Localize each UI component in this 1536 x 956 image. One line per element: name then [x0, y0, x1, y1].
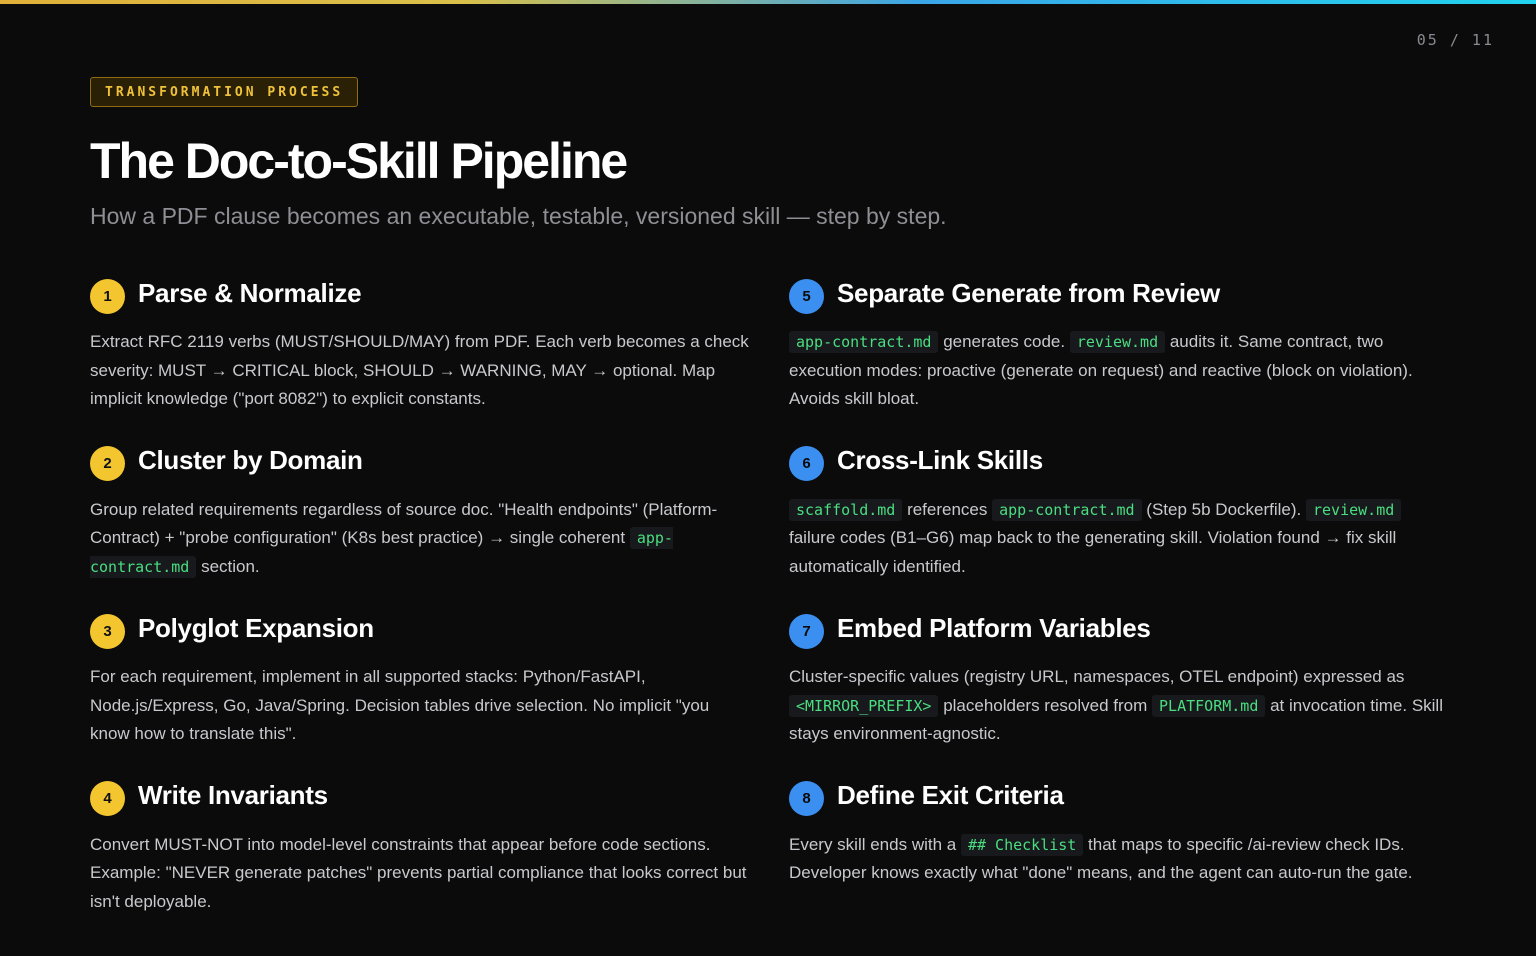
step-description: For each requirement, implement in all s…: [90, 663, 750, 749]
step-number-badge: 5: [789, 278, 824, 314]
steps-column-left: 1 Parse & Normalize Extract RFC 2119 ver…: [90, 272, 750, 942]
step-card: 8 Define Exit Criteria Every skill ends …: [789, 775, 1449, 943]
step-title: Parse & Normalize: [138, 277, 362, 308]
step-text: For each requirement, implement in all s…: [90, 667, 710, 743]
step-text: Extract RFC 2119 verbs (MUST/SHOULD/MAY)…: [90, 332, 749, 408]
step-text: (Step 5b Dockerfile).: [1141, 499, 1306, 519]
step-number-badge: 7: [789, 613, 824, 649]
step-description: Cluster-specific values (registry URL, n…: [789, 663, 1449, 749]
step-title: Define Exit Criteria: [837, 780, 1064, 810]
step-card: 4 Write Invariants Convert MUST-NOT into…: [90, 775, 750, 943]
step-description: scaffold.md references app-contract.md (…: [789, 496, 1449, 582]
step-text: Convert MUST-NOT into model-level constr…: [90, 834, 747, 911]
step-header: 7 Embed Platform Variables: [789, 607, 1449, 649]
step-text: generates code.: [938, 332, 1070, 351]
step-card: 1 Parse & Normalize Extract RFC 2119 ver…: [90, 272, 750, 440]
step-card: 2 Cluster by Domain Group related requir…: [90, 440, 750, 608]
step-header: 2 Cluster by Domain: [90, 440, 750, 482]
step-description: app-contract.md generates code. review.m…: [789, 328, 1449, 414]
step-number-badge: 2: [90, 446, 125, 481]
step-title: Embed Platform Variables: [837, 612, 1151, 643]
step-header: 3 Polyglot Expansion: [90, 607, 750, 649]
step-text: section.: [196, 556, 260, 576]
inline-code: review.md: [1305, 498, 1402, 521]
steps-grid: 1 Parse & Normalize Extract RFC 2119 ver…: [90, 272, 1460, 942]
step-text: Cluster-specific values (registry URL, n…: [789, 667, 1405, 686]
step-title: Cross-Link Skills: [837, 445, 1043, 475]
step-header: 5 Separate Generate from Review: [789, 272, 1449, 314]
step-header: 6 Cross-Link Skills: [789, 440, 1449, 482]
step-header: 1 Parse & Normalize: [90, 272, 750, 314]
step-text: Every skill ends with a: [789, 834, 961, 854]
section-tag: TRANSFORMATION PROCESS: [90, 77, 359, 107]
steps-column-right: 5 Separate Generate from Review app-cont…: [789, 272, 1449, 942]
step-text: placeholders resolved from: [938, 695, 1153, 715]
step-text: failure codes (B1–G6) map back to the ge…: [789, 528, 1397, 576]
inline-code: review.md: [1069, 331, 1166, 353]
step-text: Group related requirements regardless of…: [90, 499, 718, 548]
step-description: Convert MUST-NOT into model-level constr…: [90, 831, 750, 917]
step-text: references: [902, 499, 993, 519]
step-card: 6 Cross-Link Skills scaffold.md referenc…: [789, 440, 1449, 608]
step-card: 3 Polyglot Expansion For each requiremen…: [90, 607, 750, 775]
inline-code: <MIRROR_PREFIX>: [789, 694, 939, 717]
slide-counter: 05 / 11: [1416, 31, 1494, 49]
step-title: Cluster by Domain: [138, 445, 363, 475]
step-description: Group related requirements regardless of…: [90, 496, 750, 582]
page-title: The Doc-to-Skill Pipeline: [90, 133, 628, 189]
step-title: Write Invariants: [138, 780, 328, 810]
inline-code: app-contract.md: [789, 331, 939, 353]
step-header: 4 Write Invariants: [90, 775, 750, 817]
page-subtitle: How a PDF clause becomes an executable, …: [90, 203, 947, 229]
inline-code: PLATFORM.md: [1152, 694, 1266, 717]
step-title: Polyglot Expansion: [138, 612, 374, 643]
step-number-badge: 6: [789, 446, 824, 481]
step-number-badge: 8: [789, 781, 824, 816]
step-description: Every skill ends with a ## Checklist tha…: [789, 831, 1449, 888]
step-number-badge: 3: [90, 613, 125, 649]
inline-code: scaffold.md: [789, 498, 903, 521]
step-number-badge: 1: [90, 278, 125, 314]
step-card: 5 Separate Generate from Review app-cont…: [789, 272, 1449, 440]
inline-code: app-contract.md: [992, 498, 1142, 521]
inline-code: ## Checklist: [960, 833, 1084, 856]
top-accent-bar: [0, 0, 1536, 4]
step-header: 8 Define Exit Criteria: [789, 775, 1449, 817]
step-description: Extract RFC 2119 verbs (MUST/SHOULD/MAY)…: [90, 328, 750, 414]
step-card: 7 Embed Platform Variables Cluster-speci…: [789, 607, 1449, 775]
step-number-badge: 4: [90, 781, 125, 816]
step-title: Separate Generate from Review: [837, 277, 1220, 308]
